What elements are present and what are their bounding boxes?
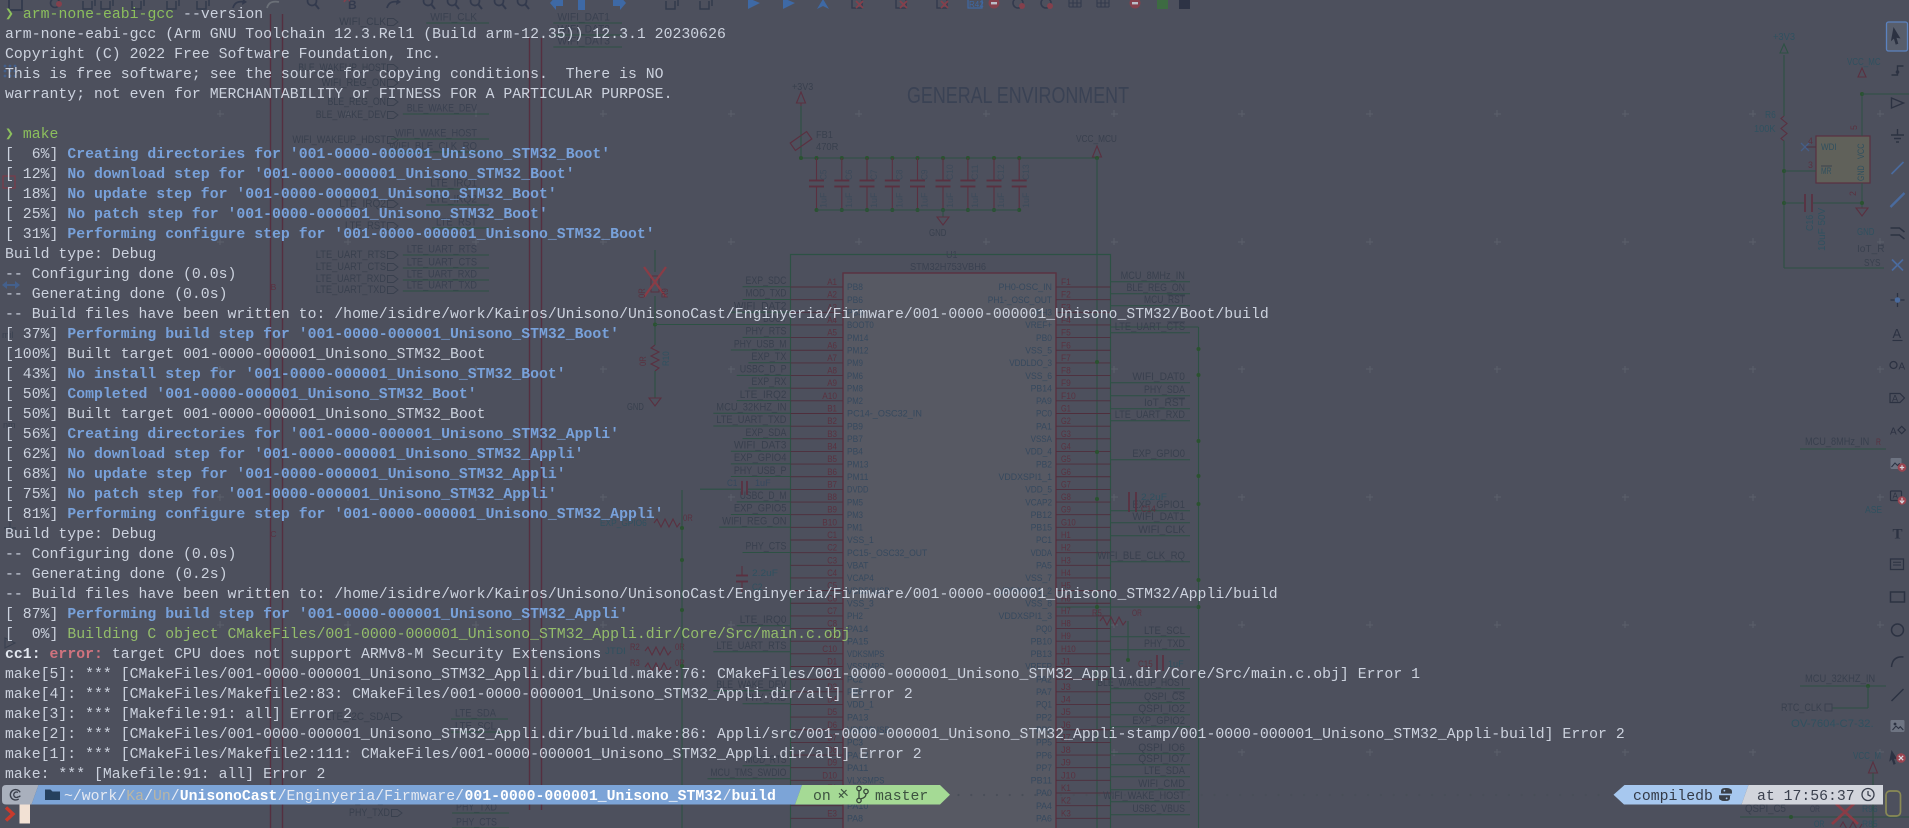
svg-text:UnisonoCast: UnisonoCast xyxy=(180,789,278,805)
svg-text:build: build xyxy=(732,789,776,805)
svg-text:master: master xyxy=(875,789,928,805)
svg-text:Un: Un xyxy=(153,789,171,805)
svg-text:Ka: Ka xyxy=(126,789,144,805)
svg-text:/: / xyxy=(171,789,180,805)
svg-text:compiledb: compiledb xyxy=(1633,789,1713,805)
svg-text:/: / xyxy=(144,789,153,805)
svg-text:at 17:56:37: at 17:56:37 xyxy=(1757,789,1855,805)
svg-text:/Enginyeria/Firmware/: /Enginyeria/Firmware/ xyxy=(278,789,465,805)
svg-text:~/work/: ~/work/ xyxy=(64,789,126,805)
svg-text:on: on xyxy=(813,789,831,805)
svg-text:/: / xyxy=(723,789,732,805)
svg-text:001-0000-000001_Unisono_STM32: 001-0000-000001_Unisono_STM32 xyxy=(465,789,723,805)
